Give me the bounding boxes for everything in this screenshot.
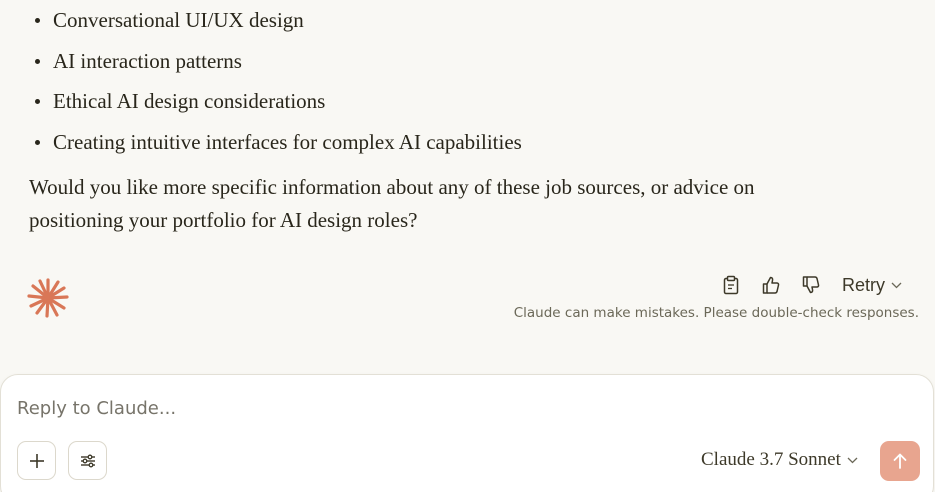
- model-selector[interactable]: Claude 3.7 Sonnet: [701, 447, 858, 473]
- list-item: Conversational UI/UX design: [33, 4, 522, 45]
- add-button[interactable]: [17, 441, 56, 480]
- copy-button[interactable]: [718, 272, 744, 298]
- reply-composer: Claude 3.7 Sonnet: [0, 374, 934, 492]
- sliders-icon: [80, 454, 95, 467]
- list-item: Ethical AI design considerations: [33, 85, 522, 126]
- chevron-down-icon: [847, 457, 858, 463]
- message-actions: Retry: [0, 272, 935, 298]
- closing-paragraph: Would you like more specific information…: [29, 171, 829, 236]
- list-item: Creating intuitive interfaces for comple…: [33, 126, 522, 167]
- send-button[interactable]: [880, 441, 920, 481]
- bullet-list: Conversational UI/UX design AI interacti…: [33, 4, 522, 166]
- options-button[interactable]: [68, 441, 107, 480]
- model-label: Claude 3.7 Sonnet: [701, 449, 841, 470]
- thumbs-down-button[interactable]: [798, 272, 824, 298]
- reply-input[interactable]: [17, 393, 897, 423]
- thumbs-up-button[interactable]: [758, 272, 784, 298]
- closing-line: Would you like more specific information…: [29, 175, 755, 199]
- closing-line: positioning your portfolio for AI design…: [29, 207, 418, 232]
- retry-label: Retry: [842, 274, 886, 295]
- chevron-down-icon: [891, 282, 902, 288]
- thumbs-up-icon: [762, 276, 780, 294]
- thumbs-down-icon: [802, 276, 820, 294]
- plus-icon: [29, 453, 44, 468]
- clipboard-icon: [723, 275, 739, 295]
- list-item: AI interaction patterns: [33, 45, 522, 86]
- disclaimer-text: Claude can make mistakes. Please double-…: [513, 305, 919, 321]
- arrow-up-icon: [893, 453, 907, 469]
- retry-button[interactable]: Retry: [842, 272, 902, 298]
